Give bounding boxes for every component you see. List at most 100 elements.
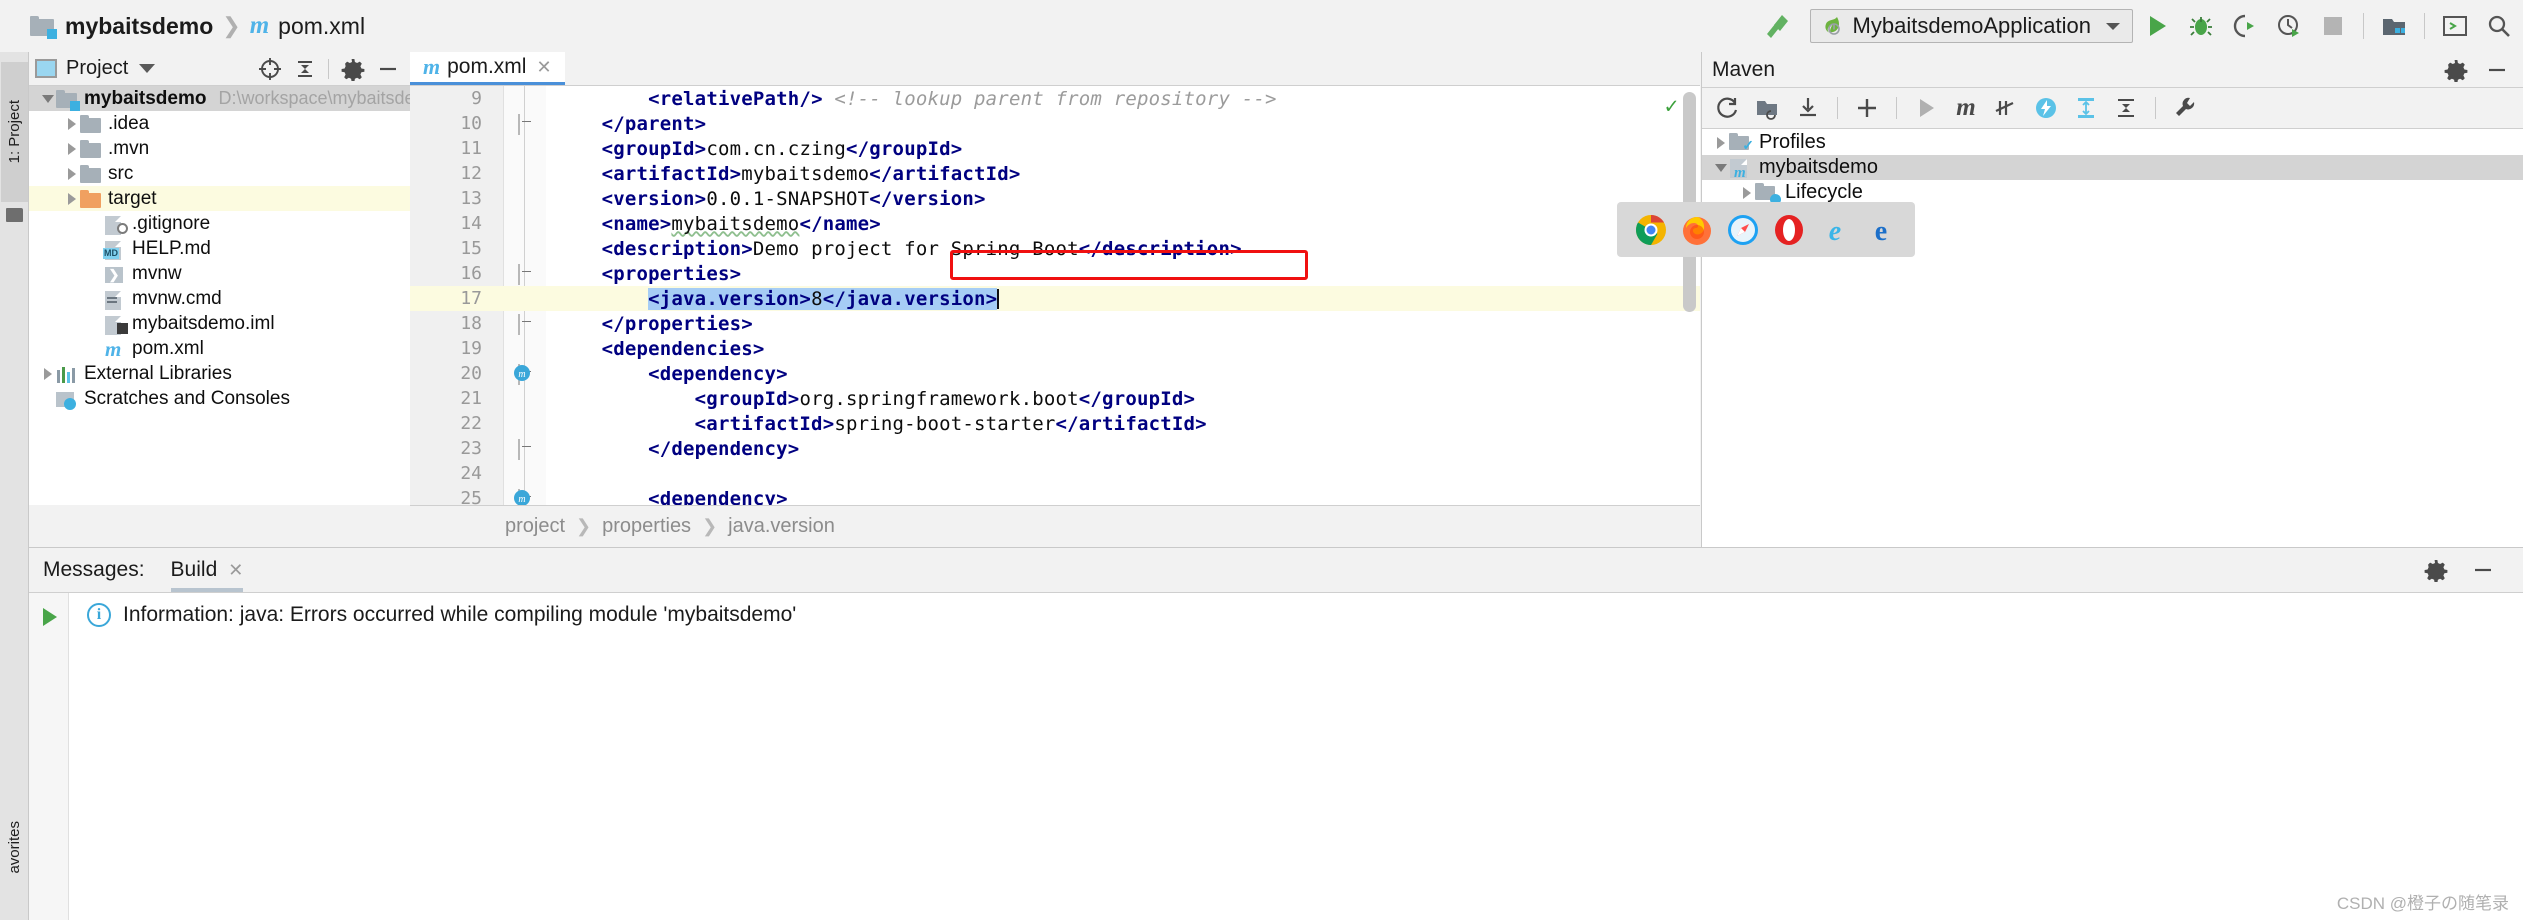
maven-project-tree[interactable]: ✓ProfilesmmybaitsdemoLifecyclePluginsDep…: [1702, 130, 2523, 547]
fold-toggle-icon[interactable]: [518, 314, 535, 335]
tree-item--idea[interactable]: .idea: [29, 111, 410, 136]
minus-icon[interactable]: [371, 54, 404, 84]
chevron-down-icon[interactable]: [1712, 159, 1729, 176]
fold-toggle-icon[interactable]: [518, 439, 535, 460]
code-line-17[interactable]: 17 <java.version>8</java.version>: [410, 286, 1700, 311]
code-line-14[interactable]: 14 <name>mybaitsdemo</name>: [410, 211, 1700, 236]
tree-item-pom-xml[interactable]: m pom.xml: [29, 336, 410, 361]
stop-button[interactable]: [2313, 6, 2353, 46]
opera-icon[interactable]: [1773, 214, 1805, 246]
chevron-right-icon[interactable]: [63, 165, 80, 182]
chevron-right-icon[interactable]: [63, 190, 80, 207]
code-line-20[interactable]: 20 m <dependency>: [410, 361, 1700, 386]
code-line-24[interactable]: 24: [410, 461, 1700, 486]
chrome-icon[interactable]: [1635, 214, 1667, 246]
chevron-right-icon[interactable]: [63, 140, 80, 157]
safari-icon[interactable]: [1727, 214, 1759, 246]
download-icon[interactable]: [1790, 91, 1826, 125]
chevron-right-icon[interactable]: [1738, 184, 1755, 201]
play-icon[interactable]: [37, 605, 61, 629]
close-icon[interactable]: ✕: [228, 560, 243, 581]
tree-item-src[interactable]: src: [29, 161, 410, 186]
code-line-23[interactable]: 23 </dependency>: [410, 436, 1700, 461]
code-line-15[interactable]: 15 <description>Demo project for Spring …: [410, 236, 1700, 261]
code-line-25[interactable]: 25 m <dependency>: [410, 486, 1700, 505]
run-coverage-button[interactable]: [2225, 6, 2265, 46]
tree-item--mvn[interactable]: .mvn: [29, 136, 410, 161]
chevron-right-icon[interactable]: [1712, 134, 1729, 151]
minus-icon[interactable]: [2466, 555, 2499, 585]
maven-tree-item-profiles[interactable]: ✓ Profiles: [1702, 130, 2523, 155]
code-line-13[interactable]: 13 <version>0.0.1-SNAPSHOT</version>: [410, 186, 1700, 211]
gear-icon[interactable]: [2439, 55, 2472, 85]
profile-button[interactable]: [2269, 6, 2309, 46]
browser-preview-popup[interactable]: ee: [1617, 202, 1915, 257]
breadcrumb-project[interactable]: mybaitsdemo: [65, 13, 213, 40]
code-line-12[interactable]: 12 <artifactId>mybaitsdemo</artifactId>: [410, 161, 1700, 186]
maven-tree-item-mybaitsdemo[interactable]: m mybaitsdemo: [1702, 155, 2523, 181]
chevron-right-icon[interactable]: [63, 115, 80, 132]
sidebar-item-favorites-tab[interactable]: avorites: [1, 782, 28, 912]
chevron-right-icon[interactable]: [39, 365, 56, 382]
tree-item--gitignore[interactable]: .gitignore: [29, 211, 410, 236]
debug-button[interactable]: [2181, 6, 2221, 46]
run-button[interactable]: [2137, 6, 2177, 46]
fold-toggle-icon[interactable]: [518, 114, 535, 135]
code-line-16[interactable]: 16 <properties>: [410, 261, 1700, 286]
code-line-18[interactable]: 18 </properties>: [410, 311, 1700, 336]
offline-lightning-icon[interactable]: [2028, 91, 2064, 125]
target-icon[interactable]: [253, 54, 286, 84]
close-icon[interactable]: ✕: [536, 57, 551, 78]
tree-item-external-libraries[interactable]: External Libraries: [29, 361, 410, 386]
sidebar-item-project-tab[interactable]: 1: Project: [1, 62, 28, 202]
chevron-down-icon[interactable]: [39, 90, 56, 107]
code-line-22[interactable]: 22 <artifactId>spring-boot-starter</arti…: [410, 411, 1700, 436]
wrench-icon[interactable]: [2167, 91, 2203, 125]
breadcrumb-item-properties[interactable]: properties: [602, 515, 691, 538]
tree-item-target[interactable]: target: [29, 186, 410, 211]
tree-item-mybaitsdemo-iml[interactable]: mybaitsdemo.iml: [29, 311, 410, 336]
firefox-icon[interactable]: [1681, 214, 1713, 246]
code-line-10[interactable]: 10 </parent>: [410, 111, 1700, 136]
maven-m-icon[interactable]: m: [1948, 91, 1984, 125]
internet-explorer-icon[interactable]: e: [1819, 214, 1851, 246]
search-icon[interactable]: [2479, 6, 2519, 46]
code-line-11[interactable]: 11 <groupId>com.cn.czing</groupId>: [410, 136, 1700, 161]
breadcrumb-file[interactable]: pom.xml: [278, 13, 365, 40]
dependencies-diagram-icon[interactable]: [2068, 91, 2104, 125]
code-line-9[interactable]: 9 <relativePath/> <!-- lookup parent fro…: [410, 86, 1700, 111]
terminal-button[interactable]: [2435, 6, 2475, 46]
tree-item-mybaitsdemo[interactable]: mybaitsdemo D:\workspace\mybaitsdemo: [29, 86, 410, 111]
refresh-icon[interactable]: [1710, 91, 1746, 125]
tree-item-scratches-and-consoles[interactable]: Scratches and Consoles: [29, 386, 410, 411]
maven-dependency-icon[interactable]: m: [512, 488, 534, 505]
breadcrumb-item-project[interactable]: project: [505, 515, 565, 538]
minus-icon[interactable]: [2480, 55, 2513, 85]
gear-icon[interactable]: [2419, 555, 2452, 585]
tab-pom-xml[interactable]: m pom.xml ✕: [410, 52, 565, 85]
maven-dependency-icon[interactable]: m: [512, 363, 534, 385]
code-content[interactable]: 9 <relativePath/> <!-- lookup parent fro…: [410, 86, 1700, 505]
structure-icon[interactable]: [6, 208, 23, 222]
edge-icon[interactable]: e: [1865, 214, 1897, 246]
build-message-row[interactable]: i Information: java: Errors occurred whi…: [69, 593, 2523, 627]
collapse-all-icon[interactable]: [2108, 91, 2144, 125]
run-configuration-selector[interactable]: MybaitsdemoApplication: [1809, 9, 2133, 43]
collapse-all-icon[interactable]: [288, 54, 321, 84]
project-file-tree[interactable]: mybaitsdemo D:\workspace\mybaitsdemo .idea…: [29, 86, 410, 505]
plus-icon[interactable]: [1849, 91, 1885, 125]
folder-refresh-icon[interactable]: [1750, 91, 1786, 125]
play-icon[interactable]: [1908, 91, 1944, 125]
breadcrumb-item-java-version[interactable]: java.version: [728, 515, 835, 538]
skip-tests-icon[interactable]: [1988, 91, 2024, 125]
tab-build[interactable]: Build ✕: [170, 548, 243, 592]
gear-icon[interactable]: [336, 54, 369, 84]
ok-checkmark-icon[interactable]: ✓: [1665, 94, 1678, 119]
hammer-icon[interactable]: [1760, 9, 1794, 43]
project-structure-button[interactable]: [2374, 6, 2414, 46]
code-line-21[interactable]: 21 <groupId>org.springframework.boot</gr…: [410, 386, 1700, 411]
tree-item-mvnw[interactable]: ❯ mvnw: [29, 261, 410, 286]
chevron-down-icon[interactable]: [139, 64, 156, 73]
tree-item-help-md[interactable]: MD HELP.md: [29, 236, 410, 261]
code-line-19[interactable]: 19 <dependencies>: [410, 336, 1700, 361]
